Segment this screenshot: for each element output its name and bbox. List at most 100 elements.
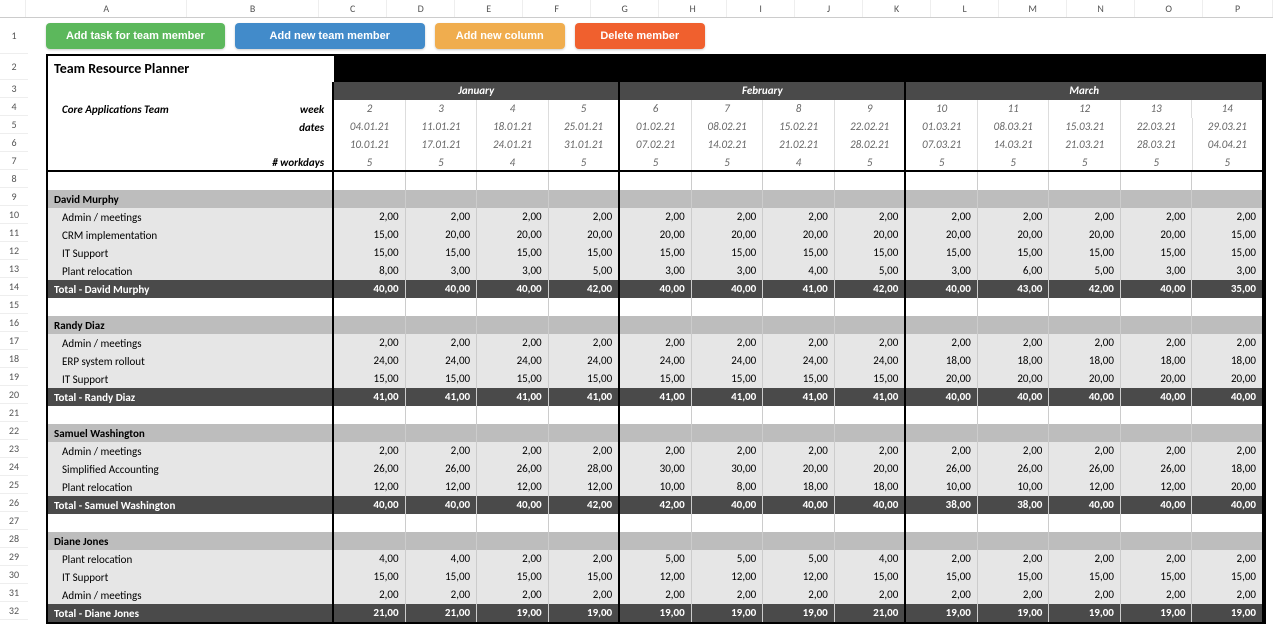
cell[interactable]: 15,00 <box>549 244 621 262</box>
cell[interactable]: 4 <box>477 154 549 170</box>
cell[interactable]: 18,00 <box>978 352 1050 370</box>
cell[interactable] <box>477 190 549 208</box>
row-header[interactable]: 19 <box>0 368 28 386</box>
cell[interactable] <box>549 172 621 190</box>
cell[interactable]: 20,00 <box>1121 370 1193 388</box>
cell[interactable]: 30,00 <box>620 460 692 478</box>
cell[interactable]: 18,00 <box>1049 352 1121 370</box>
cell[interactable] <box>835 298 907 316</box>
cell[interactable]: 15,00 <box>406 370 478 388</box>
cell[interactable]: 24,00 <box>477 352 549 370</box>
cell[interactable] <box>835 514 907 532</box>
cell[interactable]: 20,00 <box>1049 226 1121 244</box>
cell[interactable]: 2,00 <box>406 208 478 226</box>
cell[interactable]: 2,00 <box>1192 334 1264 352</box>
cell[interactable]: 15,00 <box>406 568 478 586</box>
cell[interactable] <box>477 514 549 532</box>
cell[interactable]: 5 <box>549 154 621 170</box>
cell[interactable] <box>406 424 478 442</box>
cell[interactable]: 31.01.21 <box>549 136 621 154</box>
task-name[interactable]: Plant relocation <box>48 550 334 568</box>
cell[interactable] <box>1121 532 1193 550</box>
cell[interactable]: 19,00 <box>549 604 621 622</box>
row-header[interactable]: 27 <box>0 512 28 530</box>
cell[interactable]: 20,00 <box>835 460 907 478</box>
cell[interactable]: 2,00 <box>1049 586 1121 604</box>
cell[interactable]: 18,00 <box>1192 352 1264 370</box>
cell[interactable] <box>334 190 406 208</box>
cell[interactable] <box>477 172 549 190</box>
cell[interactable]: 38,00 <box>906 496 978 514</box>
cell[interactable]: 41,00 <box>406 388 478 406</box>
add-member-button[interactable]: Add new team member <box>235 23 425 49</box>
cell[interactable]: 15,00 <box>978 244 1050 262</box>
task-name[interactable]: Admin / meetings <box>48 208 334 226</box>
row-header[interactable]: 18 <box>0 350 28 368</box>
cell[interactable]: 15,00 <box>906 568 978 586</box>
cell[interactable]: 15,00 <box>1192 244 1264 262</box>
cell[interactable]: 28.03.21 <box>1121 136 1193 154</box>
cell[interactable]: 15.03.21 <box>1049 118 1121 136</box>
cell[interactable]: 21,00 <box>406 604 478 622</box>
cell[interactable]: 2,00 <box>763 442 835 460</box>
cell[interactable]: 2,00 <box>1049 334 1121 352</box>
col-header[interactable]: J <box>795 0 863 17</box>
cell[interactable]: 18,00 <box>906 352 978 370</box>
cell[interactable]: 10,00 <box>978 478 1050 496</box>
cell[interactable]: 2,00 <box>620 334 692 352</box>
cell[interactable]: 22.03.21 <box>1121 118 1193 136</box>
cell[interactable]: 9 <box>835 100 907 118</box>
cell[interactable] <box>620 298 692 316</box>
cell[interactable]: 15,00 <box>334 568 406 586</box>
cell[interactable]: 4 <box>477 100 549 118</box>
cell[interactable]: 38,00 <box>978 496 1050 514</box>
row-header[interactable]: 4 <box>0 98 28 116</box>
cell[interactable] <box>835 190 907 208</box>
cell[interactable]: 4 <box>763 154 835 170</box>
cell[interactable]: 21.03.21 <box>1049 136 1121 154</box>
cell[interactable] <box>1121 514 1193 532</box>
cell[interactable]: 20,00 <box>763 226 835 244</box>
cell[interactable]: 26,00 <box>477 460 549 478</box>
cell[interactable]: 41,00 <box>763 388 835 406</box>
cell[interactable] <box>477 406 549 424</box>
cell[interactable]: 19,00 <box>1192 604 1264 622</box>
cell[interactable]: 7 <box>692 100 764 118</box>
cell[interactable]: 3,00 <box>477 262 549 280</box>
cell[interactable]: 26,00 <box>978 460 1050 478</box>
cell[interactable] <box>1192 532 1264 550</box>
cell[interactable]: 12,00 <box>549 478 621 496</box>
cell[interactable] <box>406 532 478 550</box>
row-header[interactable]: 22 <box>0 422 28 440</box>
cell[interactable] <box>406 316 478 334</box>
cell[interactable]: 07.02.21 <box>620 136 692 154</box>
person-name[interactable]: Samuel Washington <box>48 424 334 442</box>
cell[interactable]: 42,00 <box>620 496 692 514</box>
cell[interactable]: 08.03.21 <box>978 118 1050 136</box>
add-column-button[interactable]: Add new column <box>435 23 565 49</box>
cell[interactable]: 2,00 <box>477 334 549 352</box>
cell[interactable]: 10,00 <box>620 478 692 496</box>
cell[interactable] <box>835 316 907 334</box>
cell[interactable]: 26,00 <box>1121 460 1193 478</box>
cell[interactable] <box>1192 172 1264 190</box>
cell[interactable] <box>1049 172 1121 190</box>
cell[interactable]: 40,00 <box>406 280 478 298</box>
cell[interactable]: 5,00 <box>692 550 764 568</box>
cell[interactable]: 15,00 <box>334 226 406 244</box>
cell[interactable]: 24.01.21 <box>477 136 549 154</box>
cell[interactable] <box>334 406 406 424</box>
cell[interactable]: 40,00 <box>1121 496 1193 514</box>
cell[interactable]: 8,00 <box>692 478 764 496</box>
person-name[interactable]: Randy Diaz <box>48 316 334 334</box>
cell[interactable]: 2,00 <box>334 442 406 460</box>
cell[interactable]: 2,00 <box>763 586 835 604</box>
cell[interactable] <box>406 406 478 424</box>
cell[interactable] <box>1192 406 1264 424</box>
cell[interactable]: 24,00 <box>763 352 835 370</box>
cell[interactable] <box>1049 316 1121 334</box>
cell[interactable] <box>978 190 1050 208</box>
cell[interactable] <box>1049 406 1121 424</box>
cell[interactable]: 5,00 <box>620 550 692 568</box>
cell[interactable] <box>906 316 978 334</box>
